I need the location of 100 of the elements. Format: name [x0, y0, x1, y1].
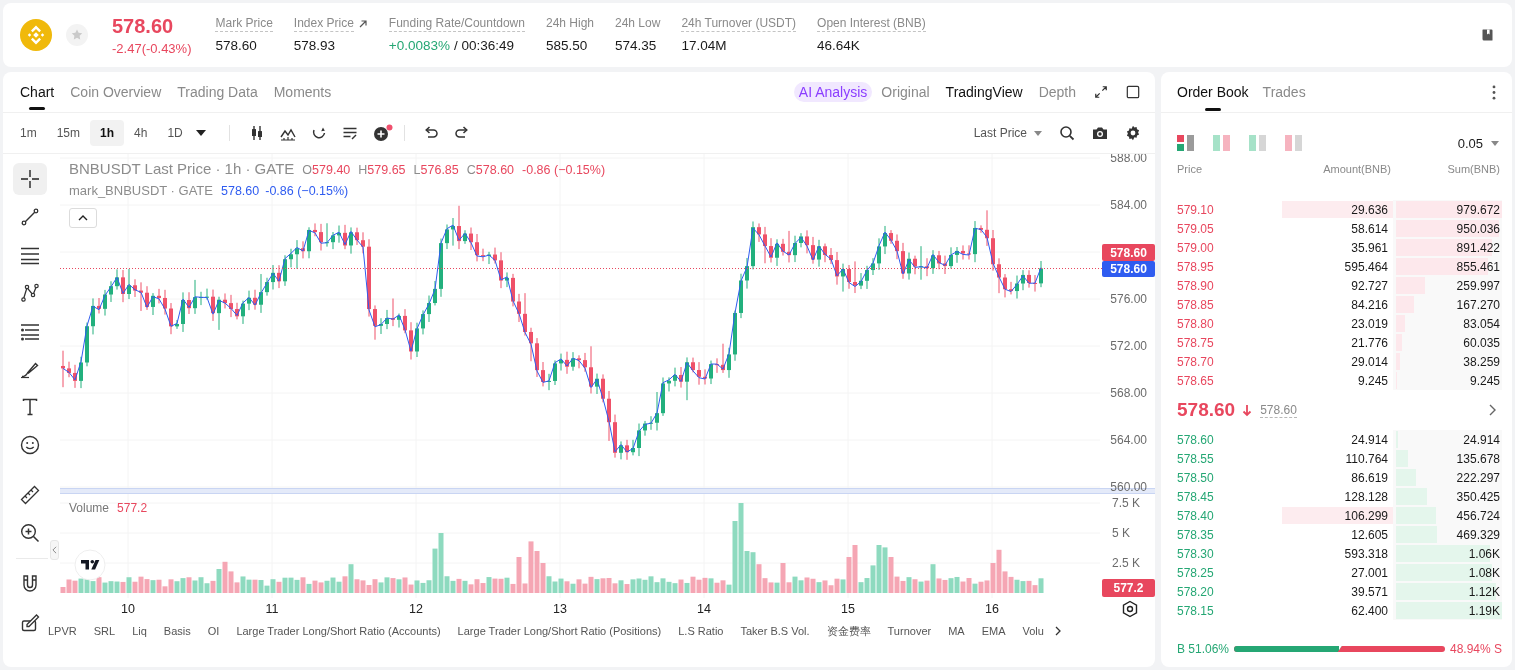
- legend-collapse-button[interactable]: [69, 208, 97, 228]
- bid-price[interactable]: 578.25: [1177, 565, 1282, 580]
- indicator-button[interactable]: 资金费率: [826, 623, 871, 639]
- expand-icon[interactable]: [1094, 85, 1108, 99]
- ask-price[interactable]: 579.10: [1177, 202, 1282, 217]
- more-icon[interactable]: [1492, 84, 1496, 100]
- logo-icon[interactable]: [74, 549, 106, 581]
- ai-analysis-button[interactable]: AI Analysis: [793, 82, 873, 102]
- indicator-button[interactable]: Volu: [1022, 625, 1044, 637]
- ask-price[interactable]: 578.70: [1177, 354, 1282, 369]
- chart-view-tab[interactable]: TradingView: [945, 82, 1023, 102]
- node-path-icon: [20, 283, 40, 303]
- camera-icon[interactable]: [1092, 125, 1108, 141]
- ask-amount: 23.019: [1351, 316, 1388, 331]
- ask-sum: 979.672: [1456, 202, 1500, 217]
- volume-label: Volume: [69, 501, 110, 515]
- indicator-button[interactable]: LPVR: [48, 625, 77, 637]
- ohlc-label: C: [466, 163, 476, 177]
- bid-price[interactable]: 578.55: [1177, 451, 1282, 466]
- indicator-button[interactable]: Large Trader Long/Short Ratio (Accounts): [236, 625, 441, 637]
- chart-tab[interactable]: Coin Overview: [70, 72, 162, 112]
- indicator-button[interactable]: OI: [207, 625, 220, 637]
- refresh-icon[interactable]: [310, 125, 327, 141]
- ask-price[interactable]: 578.80: [1177, 316, 1282, 331]
- column-header: Price: [1177, 163, 1204, 175]
- indicator-button[interactable]: Large Trader Long/Short Ratio (Positions): [457, 625, 662, 637]
- interval-button[interactable]: 1D: [157, 120, 193, 146]
- drawing-tool-button[interactable]: [13, 163, 47, 195]
- chart-tab[interactable]: Moments: [273, 72, 332, 112]
- indicator-button[interactable]: EMA: [981, 625, 1006, 637]
- search-icon[interactable]: [1059, 125, 1075, 141]
- mark-legend-title: mark_BNBUSDT · GATE: [69, 183, 213, 198]
- bid-price[interactable]: 578.20: [1177, 584, 1282, 599]
- ask-price[interactable]: 578.75: [1177, 335, 1282, 350]
- arrow-up-right-icon[interactable]: [357, 19, 368, 29]
- indicator-button[interactable]: L.S Ratio: [678, 625, 724, 637]
- bid-price[interactable]: 578.45: [1177, 489, 1282, 504]
- interval-button[interactable]: 1m: [10, 120, 47, 146]
- price-axis-label: 564.00: [1110, 433, 1147, 447]
- volume-value: 577.2: [117, 501, 148, 515]
- stat-value: 17.04M: [681, 37, 728, 54]
- precision-select[interactable]: 0.05: [1457, 135, 1499, 151]
- ask-price[interactable]: 578.95: [1177, 259, 1282, 274]
- indicator-button[interactable]: Taker B.S Vol.: [740, 625, 810, 637]
- caret-down-icon[interactable]: [195, 130, 206, 136]
- magnet-icon: [20, 574, 40, 594]
- settings-icon[interactable]: [1121, 600, 1139, 618]
- ohlc-value: 578.60: [475, 163, 515, 177]
- order-book-tab[interactable]: Order Book: [1177, 72, 1249, 112]
- toolbar-collapse-button[interactable]: [50, 540, 59, 560]
- ask-price[interactable]: 578.90: [1177, 278, 1282, 293]
- bid-price[interactable]: 578.60: [1177, 432, 1282, 447]
- chart-tab[interactable]: Trading Data: [177, 72, 258, 112]
- indicator-button[interactable]: Liq: [132, 625, 147, 637]
- chart-legend-title: BNBUSDT Last Price · 1h · GATE: [69, 160, 295, 177]
- ohlc-value: 576.85: [420, 163, 459, 177]
- ask-price[interactable]: 578.65: [1177, 373, 1282, 388]
- volume-tag: 577.2: [1102, 579, 1155, 597]
- list-icon[interactable]: [341, 125, 358, 141]
- bid-price[interactable]: 578.50: [1177, 470, 1282, 485]
- ask-price[interactable]: 579.05: [1177, 221, 1282, 236]
- indicator-button[interactable]: Turnover: [887, 625, 932, 637]
- indicator-button[interactable]: Basis: [163, 625, 191, 637]
- price-change: -2.47(-0.43%): [112, 40, 192, 57]
- chevron-right-icon[interactable]: [1054, 626, 1061, 636]
- plus-circle-icon[interactable]: [372, 124, 393, 142]
- time-axis-label: 10: [121, 602, 135, 616]
- bid-price[interactable]: 578.35: [1177, 527, 1282, 542]
- indicator-button[interactable]: SRL: [93, 625, 116, 637]
- display-mode-icon[interactable]: [1177, 135, 1194, 151]
- last-price: 578.60: [112, 13, 175, 38]
- bid-sum: 222.297: [1456, 470, 1500, 485]
- ask-sum: 38.259: [1463, 354, 1500, 369]
- order-book-tab[interactable]: Trades: [1262, 72, 1306, 112]
- bid-price[interactable]: 578.30: [1177, 546, 1282, 561]
- chevron-right-icon[interactable]: [1489, 404, 1496, 416]
- square-icon[interactable]: [1126, 85, 1140, 99]
- ask-sum: 83.054: [1463, 316, 1500, 331]
- stat-value: 578.93: [293, 37, 337, 54]
- ask-price[interactable]: 578.85: [1177, 297, 1282, 312]
- bid-sum: 350.425: [1456, 489, 1500, 504]
- redo-icon[interactable]: [453, 125, 470, 141]
- settings-icon[interactable]: [1125, 125, 1141, 141]
- interval-button[interactable]: 15m: [46, 120, 90, 146]
- ask-price[interactable]: 579.00: [1177, 240, 1282, 255]
- price-source-select[interactable]: Last Price: [973, 126, 1042, 140]
- bid-amount: 110.764: [1345, 451, 1388, 466]
- bid-price[interactable]: 578.15: [1177, 603, 1282, 618]
- funding-countdown: / 00:36:49: [454, 37, 515, 54]
- bid-amount: 27.001: [1351, 565, 1388, 580]
- chart-view-tab[interactable]: Depth: [1038, 82, 1076, 102]
- stat-value: 46.64K: [817, 37, 861, 54]
- chart-view-tab[interactable]: Original: [881, 82, 930, 102]
- bid-price[interactable]: 578.40: [1177, 508, 1282, 523]
- time-axis-label: 12: [409, 602, 423, 616]
- chart-tab[interactable]: Chart: [20, 72, 55, 112]
- indicator-button[interactable]: MA: [948, 625, 965, 637]
- interval-button[interactable]: 1h: [90, 120, 125, 146]
- interval-button[interactable]: 4h: [124, 120, 158, 146]
- book-icon[interactable]: [1481, 28, 1495, 42]
